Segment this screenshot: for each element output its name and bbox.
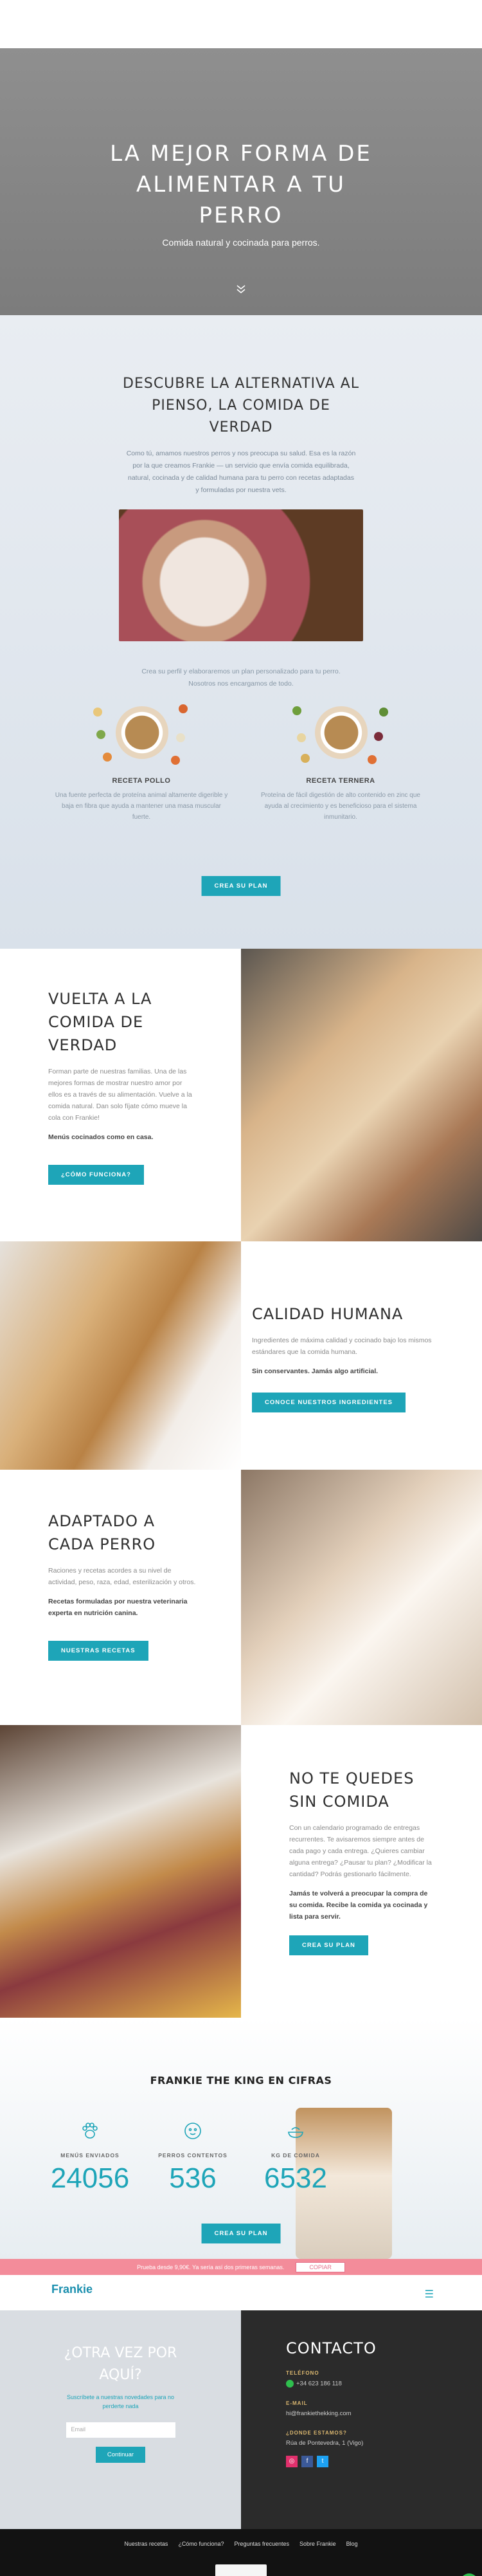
continue-button[interactable]: Continuar: [95, 2447, 146, 2463]
phone-value[interactable]: +34 623 186 118: [286, 2380, 437, 2388]
stat-menus-label: MENÚS ENVIADOS: [60, 2152, 120, 2159]
email-field[interactable]: Email: [66, 2422, 175, 2438]
stats-title: FRANKIE THE KING EN CIFRAS: [150, 2074, 332, 2087]
vuelta-text: VUELTA A LA COMIDA DE VERDAD Forman part…: [0, 949, 241, 1241]
footer-link[interactable]: Preguntas frecuentes: [234, 2541, 289, 2547]
footer-top: ¿OTRA VEZ POR AQUÍ? Suscríbete a nuestra…: [0, 2310, 482, 2529]
frankie-logo[interactable]: Frankie: [51, 2283, 93, 2296]
create-plan-button-2[interactable]: CREA SU PLAN: [289, 1935, 368, 1955]
recipes: RECETA POLLO Una fuente perfecta de prot…: [55, 701, 427, 823]
footer-link[interactable]: Sobre Frankie: [299, 2541, 336, 2547]
stat-dogs-value: 536: [169, 2162, 217, 2194]
calidad-strong: Sin conservantes. Jamás algo artificial.: [252, 1367, 379, 1375]
ingredients-button[interactable]: CONOCE NUESTROS INGREDIENTES: [252, 1393, 406, 1412]
calidad-text: CALIDAD HUMANA Ingredientes de máxima ca…: [241, 1241, 482, 1470]
where-label: ¿DONDE ESTAMOS?: [286, 2430, 347, 2436]
promo-bar: Prueba desde 9,90€. Ya sería así dos pri…: [0, 2259, 482, 2275]
top-spacer: [0, 0, 482, 48]
footer-nav: Frankie ☰: [0, 2275, 482, 2310]
hero-banner: LA MEJOR FORMA DE ALIMENTAR A TU PERRO C…: [0, 48, 482, 315]
instagram-icon[interactable]: ◎: [286, 2456, 298, 2467]
vuelta-strong: Menús cocinados como en casa.: [48, 1133, 154, 1141]
hero-subtitle: Comida natural y cocinada para perros.: [162, 237, 320, 248]
create-plan-button-3[interactable]: CREA SU PLAN: [201, 2224, 281, 2243]
chevron-down-icon[interactable]: [235, 282, 247, 299]
contact-title: CONTACTO: [286, 2339, 377, 2357]
vuelta-title: VUELTA A LA COMIDA DE VERDAD: [48, 990, 152, 1054]
copy-code-button[interactable]: COPIAR: [296, 2261, 345, 2272]
section-calidad: CALIDAD HUMANA Ingredientes de máxima ca…: [0, 1241, 482, 1470]
adaptado-title: ADAPTADO A CADA PERRO: [48, 1512, 156, 1553]
golden-dog-image: [0, 1241, 241, 1470]
nocomida-desc: Con un calendario programado de entregas…: [289, 1824, 432, 1878]
petted-dog-image: [241, 1470, 482, 1725]
whatsapp-float-icon[interactable]: ✆: [460, 2573, 478, 2576]
social-links: ◎ f t: [286, 2456, 437, 2467]
page: LA MEJOR FORMA DE ALIMENTAR A TU PERRO C…: [0, 0, 482, 2576]
calidad-desc: Ingredientes de máxima calidad y cocinad…: [252, 1337, 432, 1356]
dog-bowl-image: [119, 509, 363, 641]
recipe-chicken-title: RECETA POLLO: [112, 777, 171, 785]
recipe-beef: RECETA TERNERA Proteína de fácil digesti…: [254, 701, 427, 823]
newsletter: ¿OTRA VEZ POR AQUÍ? Suscríbete a nuestra…: [0, 2310, 241, 2529]
stat-kg: KG DE COMIDA 6532: [244, 2121, 347, 2195]
paw-icon: [39, 2121, 141, 2146]
nocomida-strong: Jamás te volverá a preocupar la compra d…: [289, 1890, 428, 1921]
footer-links: Nuestras recetas ¿Cómo funciona? Pregunt…: [0, 2529, 482, 2558]
recipe-chicken-image: [90, 701, 193, 772]
email-value[interactable]: hi@frankiethekking.com: [286, 2410, 437, 2417]
discover-sub: Crea su perfil y elaboraremos un plan pe…: [141, 668, 341, 688]
recipe-beef-desc: Proteína de fácil digestión de alto cont…: [261, 792, 420, 821]
stats-section: FRANKIE THE KING EN CIFRAS MENÚS ENVIADO…: [0, 2018, 482, 2259]
terrier-welcome-image: [0, 1725, 241, 2018]
address-value: Rúa de Pontevedra, 1 (Vigo): [286, 2440, 364, 2447]
footer-bottom: ✆: [0, 2558, 482, 2576]
woman-dog-image: [241, 949, 482, 1241]
footer-link[interactable]: Nuestras recetas: [124, 2541, 168, 2547]
discover-title: DESCUBRE LA ALTERNATIVA AL PIENSO, LA CO…: [123, 376, 359, 435]
section-vuelta: VUELTA A LA COMIDA DE VERDAD Forman part…: [0, 949, 482, 1241]
facebook-icon[interactable]: f: [301, 2456, 313, 2467]
contact: CONTACTO TELÉFONO +34 623 186 118 E-MAIL…: [241, 2310, 482, 2529]
stat-dogs-label: PERROS CONTENTOS: [158, 2152, 228, 2159]
discover-section: DESCUBRE LA ALTERNATIVA AL PIENSO, LA CO…: [0, 315, 482, 949]
stat-dogs: PERROS CONTENTOS 536: [141, 2121, 244, 2195]
stat-kg-label: KG DE COMIDA: [271, 2152, 320, 2159]
create-plan-button[interactable]: CREA SU PLAN: [201, 876, 281, 896]
recipe-chicken: RECETA POLLO Una fuente perfecta de prot…: [55, 701, 228, 823]
nocomida-title: NO TE QUEDES SIN COMIDA: [289, 1769, 415, 1811]
food-icon: [244, 2121, 347, 2146]
recipe-chicken-desc: Una fuente perfecta de proteína animal a…: [55, 792, 228, 821]
stat-kg-value: 6532: [264, 2162, 327, 2194]
footer-link[interactable]: Blog: [346, 2541, 358, 2547]
adaptado-text: ADAPTADO A CADA PERRO Raciones y recetas…: [0, 1470, 241, 1725]
hero-title: LA MEJOR FORMA DE ALIMENTAR A TU PERRO: [110, 141, 372, 228]
stat-menus-value: 24056: [50, 2162, 130, 2194]
vuelta-desc: Forman parte de nuestras familias. Una d…: [48, 1068, 192, 1122]
menu-icon[interactable]: ☰: [425, 2288, 434, 2301]
stat-menus: MENÚS ENVIADOS 24056: [39, 2121, 141, 2195]
section-adaptado: ADAPTADO A CADA PERRO Raciones y recetas…: [0, 1470, 482, 1725]
twitter-icon[interactable]: t: [317, 2456, 328, 2467]
email-label: E-MAIL: [286, 2400, 308, 2406]
bottom-logo-image: [215, 2564, 267, 2576]
nocomida-text: NO TE QUEDES SIN COMIDA Con un calendari…: [241, 1725, 482, 2018]
discover-lead: Como tú, amamos nuestros perros y nos pr…: [126, 450, 356, 494]
newsletter-text: Suscríbete a nuestras novedades para no …: [66, 2394, 175, 2409]
footer-link[interactable]: ¿Cómo funciona?: [178, 2541, 224, 2547]
calidad-title: CALIDAD HUMANA: [252, 1305, 404, 1323]
whatsapp-icon: [286, 2380, 294, 2388]
newsletter-title: ¿OTRA VEZ POR AQUÍ?: [64, 2345, 177, 2383]
phone-label: TELÉFONO: [286, 2370, 319, 2376]
promo-text: Prueba desde 9,90€. Ya sería así dos pri…: [137, 2263, 285, 2270]
adaptado-desc: Raciones y recetas acordes a su nivel de…: [48, 1567, 196, 1586]
adaptado-strong: Recetas formuladas por nuestra veterinar…: [48, 1598, 188, 1617]
how-it-works-button[interactable]: ¿CÓMO FUNCIONA?: [48, 1165, 144, 1185]
recipe-beef-image: [289, 701, 392, 772]
dog-face-icon: [141, 2121, 244, 2146]
recipe-beef-title: RECETA TERNERA: [306, 777, 375, 785]
recipes-button[interactable]: NUESTRAS RECETAS: [48, 1641, 148, 1661]
section-nocomida: NO TE QUEDES SIN COMIDA Con un calendari…: [0, 1725, 482, 2018]
